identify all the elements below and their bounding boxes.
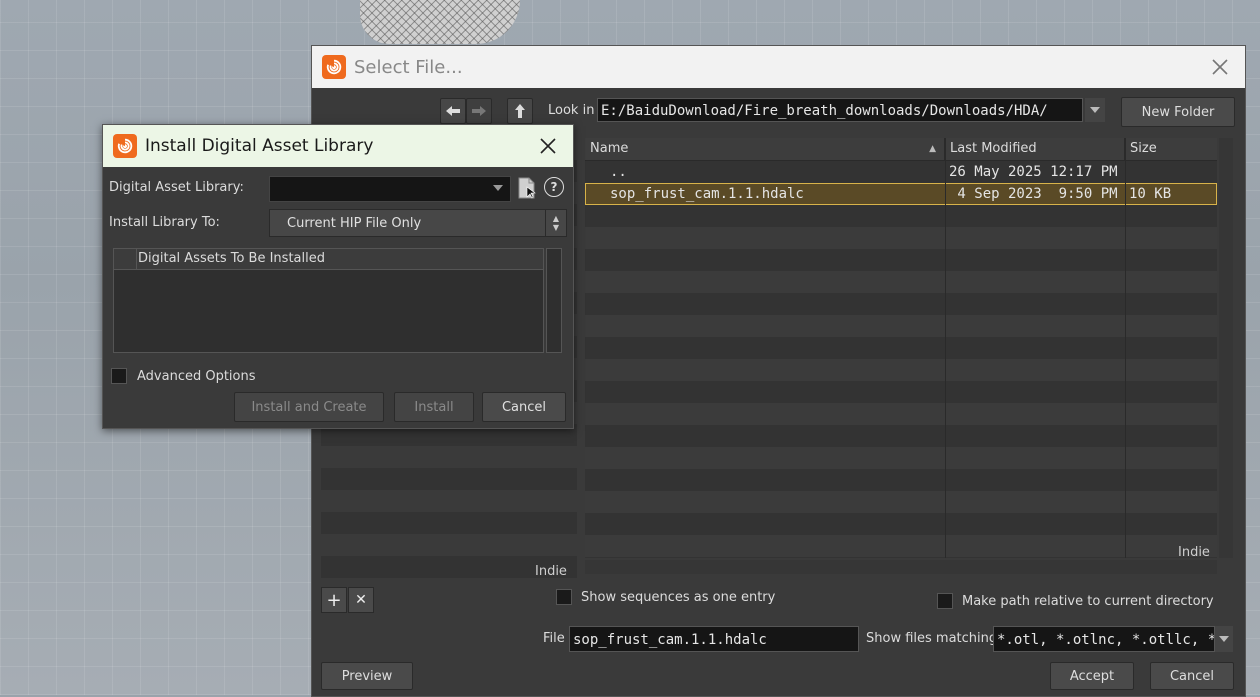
- mesh-model: [360, 0, 520, 44]
- advanced-options-label: Advanced Options: [137, 368, 256, 384]
- digital-asset-library-field[interactable]: [269, 176, 511, 202]
- file-label: File: [543, 631, 565, 646]
- forward-arrow-icon[interactable]: [466, 98, 492, 124]
- install-dialog-title: Install Digital Asset Library: [145, 136, 374, 156]
- show-sequences-label: Show sequences as one entry: [581, 589, 776, 605]
- digital-asset-library-label: Digital Asset Library:: [109, 180, 244, 195]
- show-sequences-checkbox[interactable]: [556, 589, 572, 605]
- assets-to-install-list[interactable]: Digital Assets To Be Installed: [113, 248, 544, 353]
- close-icon[interactable]: [537, 135, 559, 157]
- install-library-to-value: Current HIP File Only: [287, 216, 422, 231]
- horizontal-scrollbar[interactable]: [585, 560, 1217, 574]
- look-in-label: Look in: [548, 103, 595, 118]
- cancel-button[interactable]: Cancel: [482, 392, 566, 422]
- indie-label: Indie: [535, 564, 567, 579]
- indie-label: Indie: [1178, 545, 1210, 560]
- assets-select-column[interactable]: [114, 249, 137, 269]
- assets-column-header[interactable]: Digital Assets To Be Installed: [138, 249, 325, 269]
- file-size: 10 KB: [1129, 186, 1172, 202]
- up-arrow-icon[interactable]: [507, 98, 533, 124]
- cancel-button[interactable]: Cancel: [1150, 662, 1234, 690]
- install-digital-asset-library-dialog: Install Digital Asset Library Digital As…: [102, 124, 574, 429]
- close-icon[interactable]: [1209, 56, 1231, 78]
- plus-icon: +: [326, 589, 342, 611]
- show-sequences-option[interactable]: Show sequences as one entry: [556, 589, 775, 605]
- file-modified: 4 Sep 2023 9:50 PM: [949, 186, 1118, 202]
- install-library-to-select[interactable]: Current HIP File Only ▲ ▼: [269, 209, 567, 237]
- chevron-down-icon[interactable]: [1215, 626, 1233, 652]
- file-modified: 26 May 2025 12:17 PM: [949, 164, 1118, 180]
- file-name: sop_frust_cam.1.1.hdalc: [610, 186, 804, 202]
- file-list-header: Name ▲ Last Modified Size: [585, 138, 1217, 161]
- preview-button[interactable]: Preview: [321, 662, 413, 690]
- table-row-selected[interactable]: sop_frust_cam.1.1.hdalc 4 Sep 2023 9:50 …: [585, 183, 1217, 225]
- chevron-down-icon[interactable]: [488, 176, 508, 200]
- folder-icon: [588, 162, 692, 202]
- install-library-to-label: Install Library To:: [109, 215, 220, 230]
- column-header-name[interactable]: Name ▲: [585, 138, 945, 160]
- back-arrow-icon[interactable]: [440, 98, 466, 124]
- file-name-field[interactable]: sop_frust_cam.1.1.hdalc: [569, 626, 859, 652]
- column-header-last-modified[interactable]: Last Modified: [945, 138, 1125, 160]
- accept-button[interactable]: Accept: [1050, 662, 1134, 690]
- sort-up-icon: ▲: [929, 144, 936, 154]
- select-file-title: Select File...: [354, 56, 463, 78]
- show-files-matching-label: Show files matching: [866, 631, 998, 646]
- file-name: ..: [610, 164, 627, 180]
- install-button[interactable]: Install: [394, 392, 474, 422]
- advanced-options[interactable]: Advanced Options: [111, 368, 256, 384]
- make-relative-checkbox[interactable]: [937, 593, 953, 609]
- vertical-scrollbar[interactable]: [1219, 138, 1233, 558]
- houdini-logo-icon: [113, 134, 137, 158]
- advanced-options-checkbox[interactable]: [111, 368, 127, 384]
- install-dialog-titlebar[interactable]: Install Digital Asset Library: [103, 125, 573, 167]
- make-relative-option[interactable]: Make path relative to current directory: [937, 593, 1214, 609]
- assets-list-header: Digital Assets To Be Installed: [114, 249, 543, 270]
- assets-list-scrollbar[interactable]: [546, 248, 562, 353]
- install-and-create-button[interactable]: Install and Create: [234, 392, 384, 422]
- x-icon: ✕: [355, 592, 367, 608]
- file-list[interactable]: Name ▲ Last Modified Size .. 26 May 2025…: [585, 138, 1217, 558]
- help-icon[interactable]: ?: [544, 177, 564, 197]
- table-row[interactable]: .. 26 May 2025 12:17 PM: [585, 161, 1217, 202]
- file-filter-field[interactable]: *.otl, *.otlnc, *.otllc, *.hda, *.hdanc,…: [993, 626, 1215, 652]
- select-file-titlebar[interactable]: Select File...: [312, 46, 1245, 88]
- make-relative-label: Make path relative to current directory: [962, 593, 1214, 609]
- new-folder-button[interactable]: New Folder: [1121, 97, 1235, 127]
- houdini-logo-icon: [322, 55, 346, 79]
- add-bookmark-button[interactable]: +: [321, 587, 347, 613]
- up-down-arrows-icon: ▲ ▼: [545, 210, 566, 236]
- look-in-path-field[interactable]: E:/BaiduDownload/Fire_breath_downloads/D…: [597, 98, 1083, 122]
- column-header-size[interactable]: Size: [1125, 138, 1217, 160]
- chevron-down-icon[interactable]: [1085, 98, 1105, 122]
- file-browse-icon[interactable]: [517, 177, 537, 199]
- remove-bookmark-button[interactable]: ✕: [348, 587, 374, 613]
